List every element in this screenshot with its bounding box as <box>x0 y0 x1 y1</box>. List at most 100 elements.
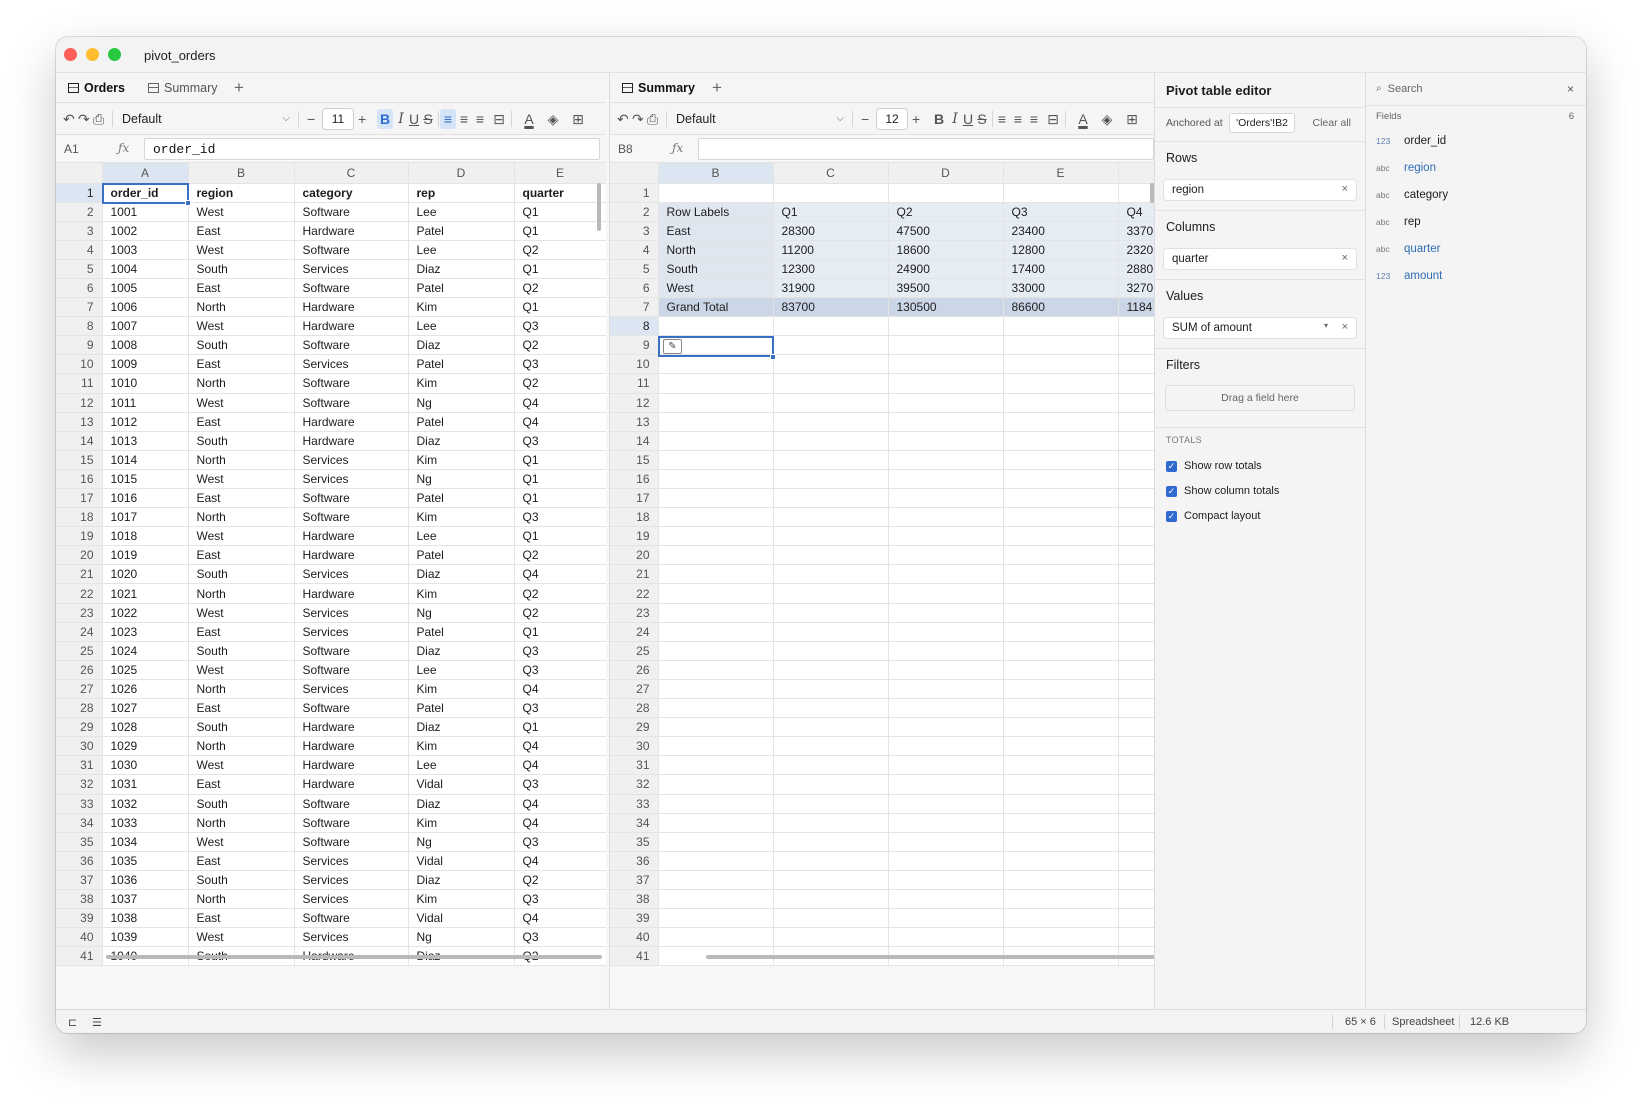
row-header[interactable]: 21 <box>56 564 103 585</box>
grid-cell[interactable]: Q4 <box>514 736 606 757</box>
cell-reference[interactable]: B8 <box>618 142 633 156</box>
pivot-value-cell[interactable]: 12800 <box>1003 240 1119 260</box>
grid-cell[interactable]: Lee <box>408 526 515 547</box>
grid-cell[interactable]: West <box>188 526 295 547</box>
grid-cell[interactable]: South <box>188 564 295 585</box>
row-header[interactable]: 14 <box>610 431 659 451</box>
grid-cell[interactable]: 1035 <box>102 851 189 871</box>
tab-summary[interactable]: Summary <box>148 81 217 95</box>
field-item-order-id[interactable]: 123 order_id <box>1376 135 1446 147</box>
tab-orders[interactable]: Orders <box>68 81 125 95</box>
pivot-value-cell[interactable]: 33000 <box>1003 278 1119 299</box>
grid-cell[interactable]: 1034 <box>102 832 189 852</box>
horizontal-scrollbar[interactable] <box>706 955 1154 959</box>
row-header[interactable]: 40 <box>56 927 103 948</box>
grid-cell[interactable] <box>1003 927 1119 948</box>
row-header[interactable]: 5 <box>610 259 659 279</box>
grid-cell[interactable]: West <box>188 469 295 490</box>
font-size-field[interactable]: 11 <box>322 108 354 130</box>
pivot-value-cell[interactable]: 1184 <box>1118 297 1154 318</box>
row-header[interactable]: 32 <box>610 774 659 795</box>
grid-cell[interactable]: Hardware <box>294 221 409 241</box>
close-panel-icon[interactable]: × <box>1567 82 1574 96</box>
align-right-icon[interactable]: ≡ <box>1026 109 1042 129</box>
row-header[interactable]: 38 <box>56 889 103 910</box>
row-header[interactable]: 6 <box>610 278 659 299</box>
row-header[interactable]: 7 <box>56 297 103 318</box>
grid-cell[interactable] <box>658 412 774 432</box>
grid-cell[interactable] <box>888 755 1004 776</box>
pivot-value-cell[interactable]: 130500 <box>888 297 1004 318</box>
grid-cell[interactable]: Software <box>294 278 409 299</box>
grid-cell[interactable]: Q2 <box>514 583 606 604</box>
grid-cell[interactable]: 1023 <box>102 622 189 642</box>
grid-cell[interactable] <box>1003 679 1119 700</box>
grid-cell[interactable] <box>773 717 889 738</box>
column-header[interactable] <box>1118 163 1154 184</box>
add-sheet-button[interactable]: + <box>712 78 722 98</box>
field-item-rep[interactable]: abc rep <box>1376 216 1421 228</box>
row-header[interactable]: 35 <box>610 832 659 852</box>
pivot-header-cell[interactable]: Q1 <box>773 202 889 222</box>
grid-cell[interactable]: 1027 <box>102 698 189 719</box>
add-sheet-button[interactable]: + <box>234 78 244 98</box>
grid-cell[interactable] <box>773 851 889 871</box>
grid-cell[interactable] <box>888 774 1004 795</box>
grid-cell[interactable]: Patel <box>408 622 515 642</box>
row-header[interactable]: 17 <box>56 488 103 509</box>
grid-cell[interactable] <box>1003 583 1119 604</box>
row-header[interactable]: 22 <box>610 583 659 604</box>
decrease-size-button[interactable]: − <box>861 111 869 127</box>
grid-cell[interactable]: Kim <box>408 507 515 528</box>
grid-cell[interactable]: order_id <box>102 183 189 203</box>
grid-cell[interactable]: North <box>188 736 295 757</box>
grid-cell[interactable] <box>1003 412 1119 432</box>
grid-cell[interactable] <box>888 794 1004 814</box>
pivot-header-cell[interactable]: Q2 <box>888 202 1004 222</box>
grid-cell[interactable] <box>888 469 1004 490</box>
row-header[interactable]: 2 <box>56 202 103 222</box>
grid-cell[interactable]: East <box>188 622 295 642</box>
grid-cell[interactable] <box>888 431 1004 451</box>
grid-cell[interactable] <box>773 316 889 337</box>
grid-cell[interactable]: West <box>188 660 295 680</box>
undo-icon[interactable]: ↶ <box>617 111 629 127</box>
grid-cell[interactable] <box>658 870 774 890</box>
grid-cell[interactable] <box>658 641 774 661</box>
grid-cell[interactable]: Services <box>294 354 409 375</box>
grid-cell[interactable]: West <box>188 393 295 413</box>
grid-cell[interactable]: 1024 <box>102 641 189 661</box>
pivot-value-cell[interactable]: 3270 <box>1118 278 1154 299</box>
grid-cell[interactable]: Kim <box>408 297 515 318</box>
grid-cell[interactable]: Patel <box>408 221 515 241</box>
grid-cell[interactable] <box>888 851 1004 871</box>
grid-cell[interactable]: West <box>188 927 295 948</box>
row-header[interactable]: 30 <box>56 736 103 757</box>
grid-cell[interactable]: North <box>188 813 295 833</box>
rows-field-chip[interactable]: region × <box>1163 179 1357 201</box>
grid-cell[interactable]: 1031 <box>102 774 189 795</box>
grid-cell[interactable]: South <box>188 335 295 356</box>
grid-cell[interactable]: Ng <box>408 469 515 490</box>
grid-cell[interactable] <box>888 507 1004 528</box>
row-header[interactable]: 36 <box>56 851 103 871</box>
cell-reference[interactable]: A1 <box>64 142 79 156</box>
grid-cell[interactable]: Diaz <box>408 335 515 356</box>
undo-icon[interactable]: ↶ <box>63 111 75 127</box>
grid-cell[interactable] <box>1118 641 1154 661</box>
grid-cell[interactable] <box>773 583 889 604</box>
grid-cell[interactable] <box>658 679 774 700</box>
grid-cell[interactable]: Patel <box>408 278 515 299</box>
close-window-button[interactable] <box>64 48 77 61</box>
formula-input[interactable] <box>698 138 1154 160</box>
grid-cell[interactable]: 1038 <box>102 908 189 929</box>
grid-cell[interactable] <box>773 488 889 509</box>
grid-cell[interactable]: Q2 <box>514 603 606 623</box>
row-header[interactable]: 28 <box>610 698 659 719</box>
grid-cell[interactable] <box>888 679 1004 700</box>
field-item-category[interactable]: abc category <box>1376 189 1448 201</box>
grid-cell[interactable]: South <box>188 259 295 279</box>
grid-cell[interactable]: Q4 <box>514 813 606 833</box>
values-field-chip[interactable]: SUM of amount ▾ × <box>1163 317 1357 339</box>
row-header[interactable]: 23 <box>56 603 103 623</box>
